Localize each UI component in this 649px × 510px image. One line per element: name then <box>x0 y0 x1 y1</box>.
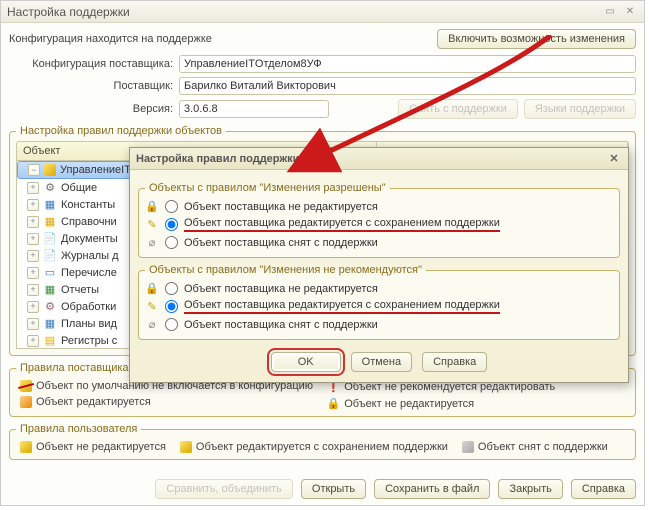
window: Настройка поддержки ▭ ✕ Конфигурация нах… <box>0 0 645 506</box>
user-rule-a: Объект не редактируется <box>36 441 166 453</box>
strike-icon: ⌀ <box>145 236 159 249</box>
pencil-icon: ✎ <box>145 218 159 231</box>
expand-icon[interactable]: + <box>27 182 39 194</box>
radio-noedit-1[interactable] <box>165 200 178 213</box>
cancel-button[interactable]: Отмена <box>351 352 412 372</box>
compare-button[interactable]: Сравнить, объединить <box>155 479 292 499</box>
tree-item-label: Регистры с <box>61 335 117 347</box>
opt-noedit-1: Объект поставщика не редактируется <box>184 201 378 213</box>
lock-icon: 🔒 <box>145 282 159 295</box>
window-title: Настройка поддержки <box>7 5 130 19</box>
expand-icon[interactable]: + <box>27 199 39 211</box>
gear-icon: ⚙ <box>43 300 57 313</box>
expand-icon[interactable]: + <box>27 335 39 347</box>
tree-item-label: Обработки <box>61 301 116 313</box>
support-status: Конфигурация находится на поддержке <box>9 33 212 45</box>
cube-icon <box>20 396 32 408</box>
expand-icon[interactable]: + <box>27 318 39 330</box>
expand-icon[interactable]: + <box>27 284 39 296</box>
reg-icon: ▤ <box>43 334 57 347</box>
cube-strike-icon <box>20 380 32 392</box>
window-close-icon[interactable]: ✕ <box>622 5 638 19</box>
vendor-config-label: Конфигурация поставщика: <box>9 58 179 70</box>
cube-icon <box>44 164 56 176</box>
lock-icon: 🔒 <box>145 200 159 213</box>
radio-editkeep-1[interactable] <box>165 218 178 231</box>
user-rules-title: Правила пользователя <box>16 423 141 435</box>
save-file-button[interactable]: Сохранить в файл <box>374 479 490 499</box>
grid-icon: ▦ <box>43 317 57 330</box>
open-button[interactable]: Открыть <box>301 479 366 499</box>
expand-icon[interactable]: − <box>28 164 40 176</box>
tree-item-label: Планы вид <box>61 318 117 330</box>
expand-icon[interactable]: + <box>27 216 39 228</box>
remove-support-button[interactable]: Снять с поддержки <box>398 99 518 119</box>
expand-icon[interactable]: + <box>27 233 39 245</box>
doc-icon: 📄 <box>43 249 57 262</box>
opt-removed-1: Объект поставщика снят с поддержки <box>184 237 378 249</box>
gear-icon: ⚙ <box>43 181 57 194</box>
vendor-rule-c: Объект редактируется <box>36 396 151 408</box>
opt-removed-2: Объект поставщика снят с поддержки <box>184 319 378 331</box>
doc-icon: 📄 <box>43 232 57 245</box>
opt-editkeep-2: Объект поставщика редактируется с сохран… <box>184 299 500 314</box>
enable-edit-button[interactable]: Включить возможность изменения <box>437 29 636 49</box>
dialog-group2-title: Объекты с правилом "Изменения не рекомен… <box>145 264 426 276</box>
cube-icon <box>20 441 32 453</box>
expand-icon[interactable]: + <box>27 250 39 262</box>
strike-icon: ⌀ <box>145 318 159 331</box>
user-rules-group: Правила пользователя Объект не редактиру… <box>9 423 636 460</box>
close-button[interactable]: Закрыть <box>498 479 562 499</box>
vendor-label: Поставщик: <box>9 80 179 92</box>
grid-icon: ▦ <box>43 198 57 211</box>
list-icon: ▭ <box>43 266 57 279</box>
pencil-icon: ✎ <box>145 300 159 313</box>
tree-item-label: Документы <box>61 233 118 245</box>
user-rule-c: Объект снят с поддержки <box>478 441 608 453</box>
radio-editkeep-2[interactable] <box>165 300 178 313</box>
help-button[interactable]: Справка <box>571 479 636 499</box>
user-rule-b: Объект редактируется с сохранением подде… <box>196 441 448 453</box>
tree-item-label: Отчеты <box>61 284 99 296</box>
radio-removed-1[interactable] <box>165 236 178 249</box>
tree-item-label: Справочни <box>61 216 117 228</box>
ok-button[interactable]: OK <box>271 352 341 372</box>
expand-icon[interactable]: + <box>27 301 39 313</box>
grid-icon: ▦ <box>43 215 57 228</box>
dialog-group-notrec: Объекты с правилом "Изменения не рекомен… <box>138 264 620 340</box>
cube-icon <box>180 441 192 453</box>
cube-icon <box>462 441 474 453</box>
vendor-rule-d: Объект не редактируется <box>344 398 474 410</box>
bottom-bar: Сравнить, объединить Открыть Сохранить в… <box>9 479 636 499</box>
dialog-group-allowed: Объекты с правилом "Изменения разрешены"… <box>138 182 620 258</box>
vendor-config-field[interactable] <box>179 55 636 73</box>
titlebar: Настройка поддержки ▭ ✕ <box>1 1 644 23</box>
rules-group-title: Настройка правил поддержки объектов <box>16 125 226 137</box>
help-button[interactable]: Справка <box>422 352 487 372</box>
radio-noedit-2[interactable] <box>165 282 178 295</box>
tree-item-label: УправлениеIT <box>60 164 131 176</box>
tree-item-label: Общие <box>61 182 97 194</box>
tree-item-label: Журналы д <box>61 250 119 262</box>
expand-icon[interactable]: + <box>27 267 39 279</box>
version-field[interactable] <box>179 100 329 118</box>
vendor-rules-title: Правила поставщика <box>16 362 133 374</box>
support-rules-dialog: Настройка правил поддержки ✕ Объекты с п… <box>129 147 629 383</box>
version-label: Версия: <box>9 103 179 115</box>
tree-item-label: Константы <box>61 199 115 211</box>
window-maximize-icon[interactable]: ▭ <box>602 5 618 19</box>
tree-item-label: Перечисле <box>61 267 117 279</box>
dialog-title: Настройка правил поддержки <box>136 153 299 165</box>
grid-icon: ▦ <box>43 283 57 296</box>
dialog-group1-title: Объекты с правилом "Изменения разрешены" <box>145 182 390 194</box>
vendor-field[interactable] <box>179 77 636 95</box>
close-icon[interactable]: ✕ <box>606 152 622 166</box>
opt-editkeep-1: Объект поставщика редактируется с сохран… <box>184 217 500 232</box>
lock-icon: 🔒 <box>327 397 341 410</box>
opt-noedit-2: Объект поставщика не редактируется <box>184 283 378 295</box>
support-langs-button[interactable]: Языки поддержки <box>524 99 636 119</box>
radio-removed-2[interactable] <box>165 318 178 331</box>
